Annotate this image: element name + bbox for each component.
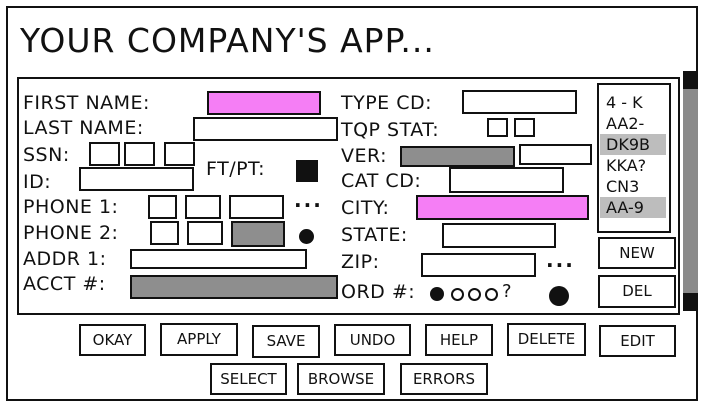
- app-title: YOUR COMPANY'S APP...: [20, 21, 435, 60]
- undo-button[interactable]: UNDO: [334, 324, 411, 356]
- city-label: CITY:: [341, 197, 390, 219]
- state-field[interactable]: [442, 223, 556, 248]
- tqp-stat-checkbox-2[interactable]: [514, 118, 535, 137]
- ord-unknown-mark: ?: [502, 281, 512, 302]
- type-cd-label: TYPE CD:: [341, 92, 433, 114]
- edit-button[interactable]: EDIT: [599, 325, 676, 357]
- list-item-selected[interactable]: DK9B: [600, 134, 666, 155]
- ftpt-label: FT/PT:: [206, 158, 265, 180]
- cat-cd-field[interactable]: [449, 167, 564, 193]
- ord-label: ORD #:: [341, 281, 416, 303]
- zip-more-indicator: ...: [546, 248, 575, 272]
- phone1-label: PHONE 1:: [23, 196, 119, 218]
- phone2-label: PHONE 2:: [23, 222, 119, 244]
- ssn-field-part1[interactable]: [89, 142, 120, 166]
- list-item[interactable]: 4 - K: [600, 92, 666, 113]
- errors-button[interactable]: ERRORS: [400, 363, 488, 395]
- acct-label: ACCT #:: [23, 273, 106, 295]
- browse-button[interactable]: BROWSE: [297, 363, 385, 395]
- zip-label: ZIP:: [341, 251, 380, 273]
- phone2-radio[interactable]: [299, 229, 314, 244]
- scroll-down-arrow[interactable]: [683, 293, 698, 311]
- ver-extra-field[interactable]: [519, 144, 592, 165]
- ord-radio-3[interactable]: [468, 288, 481, 301]
- phone1-prefix-field[interactable]: [185, 195, 221, 219]
- scroll-up-arrow[interactable]: [683, 71, 698, 89]
- del-button[interactable]: DEL: [598, 275, 676, 308]
- phone1-area-field[interactable]: [148, 195, 177, 219]
- first-name-field[interactable]: [207, 91, 321, 115]
- phone2-number-field: [231, 221, 285, 247]
- acct-field: [130, 275, 338, 299]
- ssn-field-part2[interactable]: [124, 142, 155, 166]
- ssn-label: SSN:: [23, 144, 70, 166]
- select-button[interactable]: SELECT: [210, 363, 287, 395]
- apply-button[interactable]: APPLY: [160, 323, 238, 356]
- phone2-prefix-field[interactable]: [187, 221, 223, 245]
- addr1-field[interactable]: [130, 249, 307, 269]
- phone-more-indicator: ...: [294, 188, 323, 212]
- ord-radio-1[interactable]: [430, 287, 444, 301]
- phone2-area-field[interactable]: [150, 221, 179, 245]
- tqp-stat-label: TQP STAT:: [341, 119, 440, 141]
- type-cd-field[interactable]: [462, 90, 577, 114]
- id-field[interactable]: [79, 167, 194, 191]
- cat-cd-label: CAT CD:: [341, 170, 422, 192]
- ord-status-dot[interactable]: [549, 286, 569, 306]
- ord-radio-2[interactable]: [451, 288, 464, 301]
- help-button[interactable]: HELP: [425, 324, 493, 356]
- new-button[interactable]: NEW: [598, 237, 676, 269]
- state-label: STATE:: [341, 224, 408, 246]
- ver-field: [400, 146, 515, 167]
- ord-radio-4[interactable]: [485, 288, 498, 301]
- last-name-field[interactable]: [193, 117, 338, 141]
- addr1-label: ADDR 1:: [23, 248, 107, 270]
- delete-button[interactable]: DELETE: [507, 323, 586, 356]
- id-label: ID:: [23, 171, 52, 193]
- ver-label: VER:: [341, 145, 388, 167]
- list-item[interactable]: AA2-: [600, 113, 666, 134]
- zip-field[interactable]: [421, 253, 536, 277]
- first-name-label: FIRST NAME:: [23, 92, 150, 114]
- okay-button[interactable]: OKAY: [79, 324, 146, 356]
- save-button[interactable]: SAVE: [252, 325, 320, 358]
- phone1-number-field[interactable]: [229, 195, 284, 219]
- list-item[interactable]: KKA?: [600, 155, 666, 176]
- ftpt-checkbox[interactable]: [296, 160, 318, 182]
- vertical-scrollbar[interactable]: [683, 71, 698, 311]
- ssn-field-part3[interactable]: [164, 142, 195, 166]
- city-field[interactable]: [416, 195, 589, 220]
- last-name-label: LAST NAME:: [23, 117, 144, 139]
- list-item-selected[interactable]: AA-9: [600, 197, 666, 218]
- tqp-stat-checkbox-1[interactable]: [487, 118, 508, 137]
- list-item[interactable]: CN3: [600, 176, 666, 197]
